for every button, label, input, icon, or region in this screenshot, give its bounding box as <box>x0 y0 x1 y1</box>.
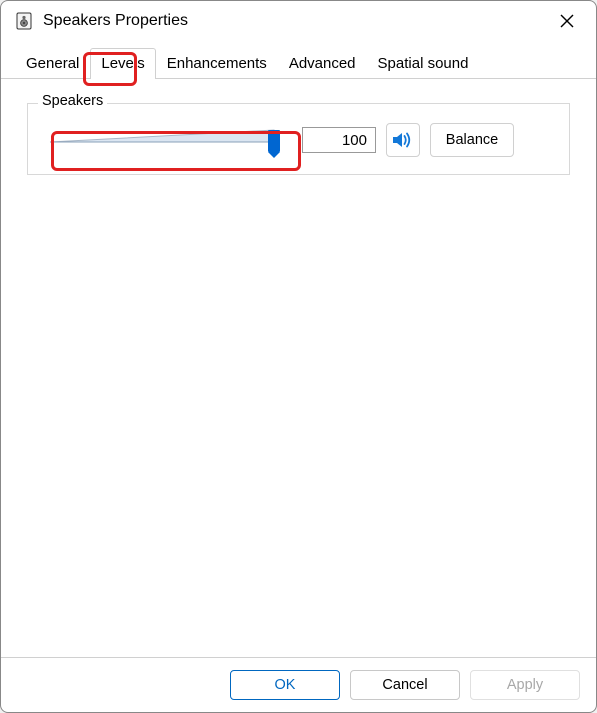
volume-slider[interactable] <box>42 122 292 158</box>
tab-content: Speakers 100 Balance <box>1 79 596 657</box>
tab-enhancements[interactable]: Enhancements <box>156 48 278 79</box>
close-button[interactable] <box>552 6 582 36</box>
slider-thumb[interactable] <box>268 130 280 152</box>
apply-button: Apply <box>470 670 580 700</box>
tab-levels[interactable]: Levels <box>90 48 155 79</box>
titlebar: Speakers Properties <box>1 1 596 41</box>
speakers-level-group: Speakers 100 Balance <box>27 103 570 175</box>
tab-advanced[interactable]: Advanced <box>278 48 367 79</box>
ok-button[interactable]: OK <box>230 670 340 700</box>
close-icon <box>559 13 575 29</box>
dialog-footer: OK Cancel Apply <box>1 657 596 712</box>
mute-button[interactable] <box>386 123 420 157</box>
tab-spatial-sound[interactable]: Spatial sound <box>367 48 480 79</box>
level-row: 100 Balance <box>42 122 555 158</box>
tab-general[interactable]: General <box>15 48 90 79</box>
speaker-sound-icon <box>391 129 415 151</box>
group-label: Speakers <box>38 93 107 109</box>
cancel-button[interactable]: Cancel <box>350 670 460 700</box>
speaker-box-icon <box>15 12 33 30</box>
balance-button[interactable]: Balance <box>430 123 514 157</box>
properties-dialog: Speakers Properties General Levels Enhan… <box>0 0 597 713</box>
slider-shape-icon <box>42 122 292 158</box>
volume-value[interactable]: 100 <box>302 127 376 153</box>
window-title: Speakers Properties <box>43 12 552 30</box>
tab-bar: General Levels Enhancements Advanced Spa… <box>1 47 596 79</box>
